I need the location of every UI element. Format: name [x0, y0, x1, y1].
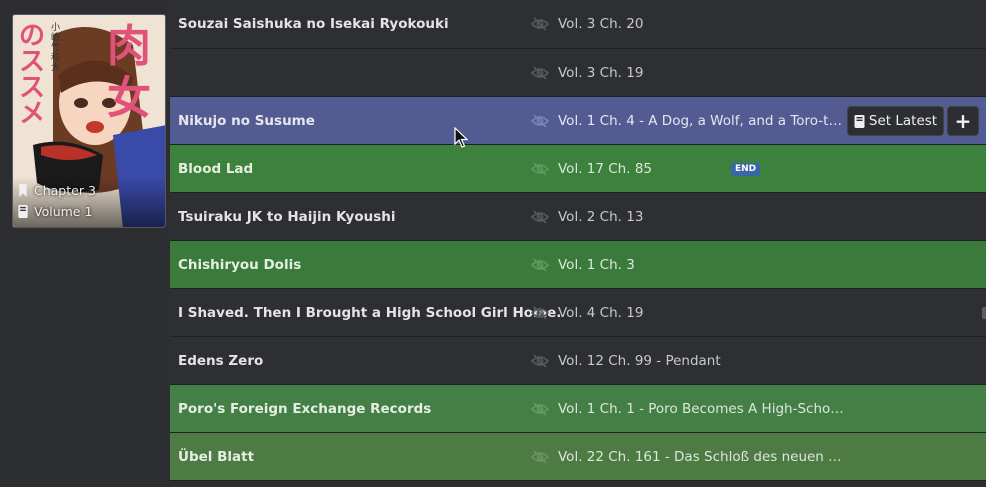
eye-slash-icon[interactable]: [531, 113, 549, 129]
manga-title-link[interactable]: Poro's Foreign Exchange Records: [178, 385, 431, 433]
chapter-link[interactable]: Vol. 1 Ch. 3: [558, 241, 635, 289]
chapter-link[interactable]: Vol. 22 Ch. 161 - Das Schloß des neuen K…: [558, 433, 848, 481]
chapter-link[interactable]: Vol. 12 Ch. 99 - Pendant: [558, 337, 721, 385]
list-row[interactable]: Edens Zero Vol. 12 Ch. 99 - Pendant: [170, 337, 986, 385]
chapter-link[interactable]: Vol. 3 Ch. 20: [558, 0, 643, 48]
manga-follow-list-page: のススメ 肉女 小嶋竹和大 Chapter 3 Volume 1 Souzai …: [0, 0, 986, 487]
bookmark-icon: [19, 184, 27, 197]
chapter-link[interactable]: Vol. 2 Ch. 13: [558, 193, 643, 241]
cover-author: 小嶋竹和大: [51, 23, 61, 73]
manga-title-link[interactable]: Edens Zero: [178, 337, 263, 385]
manga-title-link[interactable]: I Shaved. Then I Brought a High School G…: [178, 289, 561, 337]
list-row[interactable]: I Shaved. Then I Brought a High School G…: [170, 289, 986, 337]
chapter-link[interactable]: Vol. 17 Ch. 85: [558, 145, 652, 193]
manga-title-link[interactable]: Chishiryou Dolis: [178, 241, 301, 289]
eye-slash-icon[interactable]: [531, 449, 549, 465]
set-latest-button[interactable]: Set Latest: [847, 106, 944, 136]
chapter-link[interactable]: Vol. 3 Ch. 19: [558, 49, 643, 97]
cover-chapter-label: Chapter 3: [34, 183, 96, 198]
manga-title-link[interactable]: Souzai Saishuka no Isekai Ryokouki: [178, 0, 449, 48]
manga-title-link[interactable]: Nikujo no Susume: [178, 97, 315, 145]
list-row[interactable]: Poro's Foreign Exchange Records Vol. 1 C…: [170, 385, 986, 433]
add-button[interactable]: +: [947, 106, 979, 136]
manga-title-link[interactable]: Übel Blatt: [178, 433, 254, 481]
end-badge: END: [731, 163, 761, 176]
list-row[interactable]: Chishiryou Dolis Vol. 1 Ch. 3: [170, 241, 986, 289]
book-icon: [18, 205, 28, 218]
list-row[interactable]: Übel Blatt Vol. 22 Ch. 161 - Das Schloß …: [170, 433, 986, 481]
eye-slash-icon[interactable]: [531, 65, 549, 81]
cover-title-kanji: 肉女: [107, 21, 151, 124]
cover-volume: Volume 1: [17, 204, 92, 219]
cover-volume-label: Volume 1: [34, 204, 93, 219]
chapter-link[interactable]: Vol. 4 Ch. 19: [558, 289, 643, 337]
cover-chapter: Chapter 3: [17, 183, 96, 198]
manga-cover-card[interactable]: のススメ 肉女 小嶋竹和大 Chapter 3 Volume 1: [12, 14, 166, 228]
list-row-hovered[interactable]: Nikujo no Susume Vol. 1 Ch. 4 - A Dog, a…: [170, 97, 986, 145]
eye-slash-icon[interactable]: [531, 401, 549, 417]
eye-slash-icon[interactable]: [531, 16, 549, 32]
eye-slash-icon[interactable]: [531, 305, 549, 321]
eye-slash-icon[interactable]: [531, 161, 549, 177]
eye-slash-icon[interactable]: [531, 257, 549, 273]
row-action-edge[interactable]: [982, 307, 986, 319]
cover-title-vertical: のススメ: [19, 21, 46, 129]
list-row[interactable]: Tsuiraku JK to Haijin Kyoushi Vol. 2 Ch.…: [170, 193, 986, 241]
chapter-link[interactable]: Vol. 1 Ch. 1 - Poro Becomes A High-Schoo…: [558, 385, 848, 433]
chapter-link[interactable]: Vol. 1 Ch. 4 - A Dog, a Wolf, and a Toro…: [558, 97, 842, 145]
list-row[interactable]: Vol. 3 Ch. 19: [170, 49, 986, 97]
book-icon: [854, 114, 865, 128]
list-row[interactable]: Souzai Saishuka no Isekai Ryokouki Vol. …: [170, 0, 986, 49]
list-row[interactable]: Blood Lad Vol. 17 Ch. 85 END: [170, 145, 986, 193]
follow-list: Souzai Saishuka no Isekai Ryokouki Vol. …: [170, 0, 986, 481]
manga-title-link[interactable]: Blood Lad: [178, 145, 253, 193]
set-latest-label: Set Latest: [868, 113, 938, 129]
eye-slash-icon[interactable]: [531, 209, 549, 225]
eye-slash-icon[interactable]: [531, 353, 549, 369]
mouse-pointer-icon: [454, 127, 468, 148]
manga-title-link[interactable]: Tsuiraku JK to Haijin Kyoushi: [178, 193, 396, 241]
